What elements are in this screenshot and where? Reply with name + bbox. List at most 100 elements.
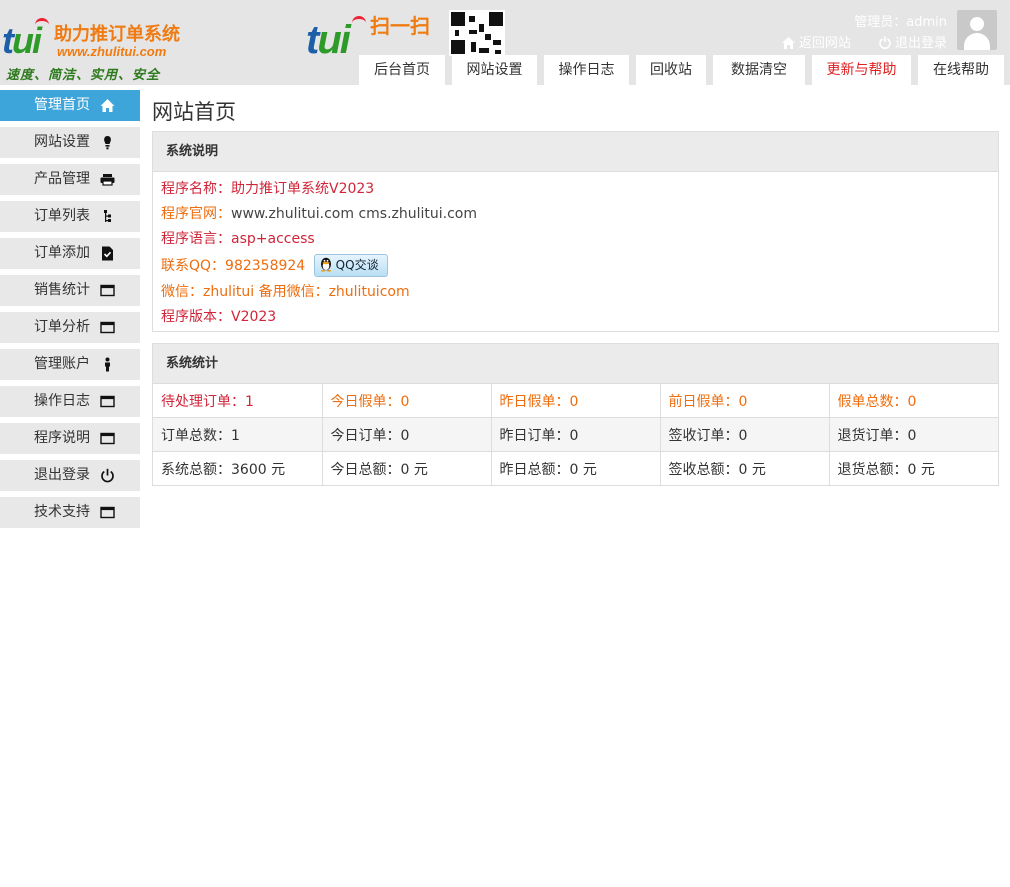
sidebar-item-label: 操作日志 xyxy=(34,393,90,409)
sidebar-item-logout[interactable]: 退出登录 xyxy=(0,460,140,491)
info-label: 联系QQ： xyxy=(161,258,226,274)
tab-online-help[interactable]: 在线帮助 xyxy=(918,55,1004,85)
website-link[interactable]: www.zhulitui.com cms.zhulitui.com xyxy=(231,206,477,222)
table-row: 系统总额：3600 元 今日总额：0 元 昨日总额：0 元 签收总额：0 元 退… xyxy=(153,451,998,485)
sidebar-item-sales-stats[interactable]: 销售统计 xyxy=(0,275,140,306)
file-check-icon xyxy=(102,246,113,261)
home-icon xyxy=(100,99,115,112)
stats-table: 待处理订单：1 今日假单：0 昨日假单：0 前日假单：0 假单总数：0 订单总数… xyxy=(153,384,998,485)
admin-username: 管理员：admin xyxy=(854,15,947,30)
person-icon xyxy=(105,357,110,372)
home-icon xyxy=(781,37,795,49)
stat-orders-signed: 签收订单：0 xyxy=(660,417,830,452)
sidebar-item-label: 销售统计 xyxy=(34,282,90,298)
window-icon xyxy=(100,321,115,334)
website-row: 程序官网：www.zhulitui.com cms.zhulitui.com xyxy=(161,202,998,227)
printer-icon xyxy=(100,174,115,186)
power-icon xyxy=(879,36,891,50)
sidebar-item-label: 订单列表 xyxy=(34,208,90,224)
info-value: asp+access xyxy=(231,231,315,247)
panel-heading: 系统说明 xyxy=(153,132,998,172)
tab-update-help[interactable]: 更新与帮助 xyxy=(812,55,911,85)
qr-code xyxy=(449,10,505,56)
table-row: 待处理订单：1 今日假单：0 昨日假单：0 前日假单：0 假单总数：0 xyxy=(153,384,998,418)
logout-link[interactable]: 退出登录 xyxy=(879,36,947,51)
sidebar-item-site-settings[interactable]: 网站设置 xyxy=(0,127,140,158)
logo-slogan: 速度、简洁、实用、安全 xyxy=(6,68,161,83)
sidebar: 管理首页 网站设置 产品管理 订单列表 订单添加 销售统计 订单分析 管理账户 … xyxy=(0,90,140,534)
program-name-row: 程序名称：助力推订单系统V2023 xyxy=(161,177,998,202)
stat-order-total: 订单总数：1 xyxy=(153,417,323,452)
info-label: 程序版本： xyxy=(161,309,231,325)
header-links: 返回网站 退出登录 xyxy=(758,32,947,51)
stat-orders-today: 今日订单：0 xyxy=(322,417,492,452)
info-label: 程序官网： xyxy=(161,206,231,222)
qq-chat-button[interactable]: QQ交谈 xyxy=(313,254,388,277)
sidebar-item-label: 退出登录 xyxy=(34,467,90,483)
avatar[interactable] xyxy=(957,10,997,50)
window-icon xyxy=(100,506,115,519)
bulb-icon xyxy=(104,136,111,150)
stat-fake-today: 今日假单：0 xyxy=(322,384,492,418)
logo-name: 助力推订单系统 xyxy=(54,24,180,45)
window-icon xyxy=(100,432,115,445)
info-value: 982358924 xyxy=(225,258,306,274)
stat-amount-total: 系统总额：3600 元 xyxy=(153,451,323,485)
sidebar-item-operation-log[interactable]: 操作日志 xyxy=(0,386,140,417)
stat-amount-yesterday: 昨日总额：0 元 xyxy=(491,451,661,485)
window-icon xyxy=(100,395,115,408)
stat-amount-signed: 签收总额：0 元 xyxy=(660,451,830,485)
sidebar-item-order-add[interactable]: 订单添加 xyxy=(0,238,140,269)
info-value: zhulitui 备用微信：zhulituicom xyxy=(203,284,410,300)
sidebar-item-label: 管理账户 xyxy=(34,356,90,372)
sitemap-icon xyxy=(104,210,111,222)
tab-site-settings[interactable]: 网站设置 xyxy=(452,55,537,85)
panel-heading: 系统统计 xyxy=(153,344,998,384)
wechat-row: 微信：zhulitui 备用微信：zhulituicom xyxy=(161,280,998,305)
info-value: V2023 xyxy=(231,309,277,325)
sidebar-item-label: 技术支持 xyxy=(34,504,90,520)
tab-admin-home[interactable]: 后台首页 xyxy=(359,55,445,85)
stat-amount-returned: 退货总额：0 元 xyxy=(829,451,998,485)
sidebar-item-tech-support[interactable]: 技术支持 xyxy=(0,497,140,528)
sidebar-item-admin-home[interactable]: 管理首页 xyxy=(0,90,140,121)
tab-operation-log[interactable]: 操作日志 xyxy=(544,55,629,85)
back-to-site-link[interactable]: 返回网站 xyxy=(781,36,855,51)
language-row: 程序语言：asp+access xyxy=(161,227,998,252)
logo-arc xyxy=(35,18,49,31)
system-stats-panel: 系统统计 待处理订单：1 今日假单：0 昨日假单：0 前日假单：0 假单总数：0… xyxy=(152,343,999,486)
table-row: 订单总数：1 今日订单：0 昨日订单：0 签收订单：0 退货订单：0 xyxy=(153,417,998,452)
system-info-panel: 系统说明 程序名称：助力推订单系统V2023 程序官网：www.zhulitui… xyxy=(152,131,999,332)
brand-logo[interactable]: tui 助力推订单系统 www.zhulitui.com 速度、简洁、实用、安全 xyxy=(2,16,202,83)
stat-amount-today: 今日总额：0 元 xyxy=(322,451,492,485)
header: tui 助力推订单系统 www.zhulitui.com 速度、简洁、实用、安全… xyxy=(0,0,1010,85)
stat-orders-returned: 退货订单：0 xyxy=(829,417,998,452)
sidebar-item-program-info[interactable]: 程序说明 xyxy=(0,423,140,454)
version-row: 程序版本：V2023 xyxy=(161,305,998,330)
sidebar-item-order-analysis[interactable]: 订单分析 xyxy=(0,312,140,343)
scan-text: 扫一扫 xyxy=(370,14,430,38)
qq-row: 联系QQ：982358924 QQ交谈 xyxy=(161,252,998,280)
info-value: 助力推订单系统V2023 xyxy=(231,181,375,197)
sidebar-item-order-list[interactable]: 订单列表 xyxy=(0,201,140,232)
sidebar-item-product-management[interactable]: 产品管理 xyxy=(0,164,140,195)
tab-recycle-bin[interactable]: 回收站 xyxy=(636,55,706,85)
power-icon xyxy=(101,468,114,483)
page-title: 网站首页 xyxy=(152,100,236,124)
tab-clear-data[interactable]: 数据清空 xyxy=(713,55,805,85)
sidebar-item-label: 程序说明 xyxy=(34,430,90,446)
info-label: 程序语言： xyxy=(161,231,231,247)
qq-penguin-icon xyxy=(320,257,331,272)
stat-pending-orders: 待处理订单：1 xyxy=(153,384,323,418)
stat-fake-day-before: 前日假单：0 xyxy=(660,384,830,418)
info-label: 程序名称： xyxy=(161,181,231,197)
top-nav: 后台首页 网站设置 操作日志 回收站 数据清空 更新与帮助 在线帮助 xyxy=(359,55,1010,85)
sidebar-item-admin-accounts[interactable]: 管理账户 xyxy=(0,349,140,380)
window-icon xyxy=(100,284,115,297)
stat-fake-yesterday: 昨日假单：0 xyxy=(491,384,661,418)
info-label: 微信： xyxy=(161,284,203,300)
sidebar-item-label: 订单分析 xyxy=(34,319,90,335)
promo-arc xyxy=(352,16,366,29)
promo-mark: tui xyxy=(306,18,351,62)
sidebar-item-label: 网站设置 xyxy=(34,134,90,150)
